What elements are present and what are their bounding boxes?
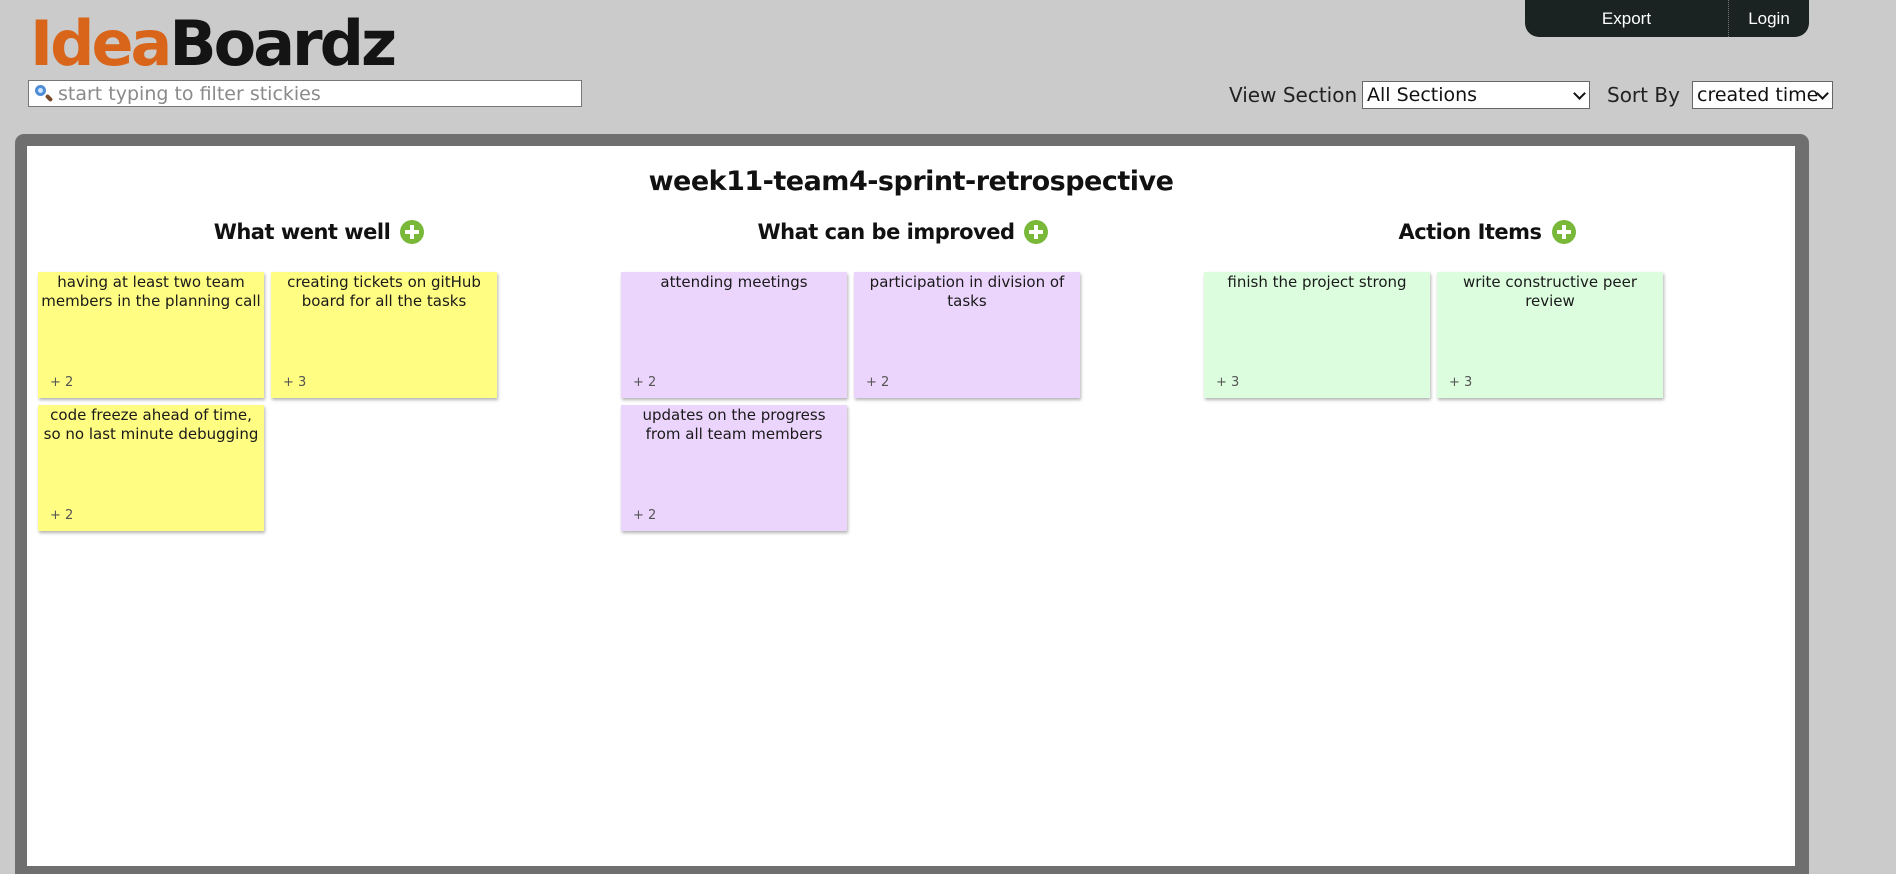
sticky-text: updates on the progress from all team me…	[642, 406, 826, 443]
logo-part-boardz: Boardz	[169, 7, 397, 80]
vote-count[interactable]: + 2	[50, 373, 73, 392]
sticky-text: having at least two team members in the …	[41, 273, 261, 310]
board: week11-team4-sprint-retrospective What w…	[27, 146, 1795, 866]
add-sticky-icon[interactable]	[1024, 220, 1049, 244]
view-section-value: All Sections	[1367, 84, 1478, 106]
section-title: Action Items	[1398, 220, 1542, 244]
vote-count[interactable]: + 2	[866, 373, 889, 392]
sticky-text: finish the project strong	[1227, 273, 1407, 291]
filter-stickies-input[interactable]	[56, 81, 581, 106]
section-header: Action Items	[1195, 220, 1779, 244]
sticky-note[interactable]: code freeze ahead of time, so no last mi…	[38, 405, 264, 531]
top-menu-bar: Export Login	[1525, 0, 1809, 37]
sticky-note[interactable]: write constructive peer review + 3	[1437, 272, 1663, 398]
vote-count[interactable]: + 2	[633, 506, 656, 525]
add-sticky-icon[interactable]	[1551, 220, 1576, 244]
sticky-note[interactable]: updates on the progress from all team me…	[621, 405, 847, 531]
section-title: What can be improved	[757, 220, 1015, 244]
section-header: What went well	[27, 220, 611, 244]
vote-count[interactable]: + 2	[633, 373, 656, 392]
sort-by-label: Sort By	[1607, 83, 1680, 107]
vote-count[interactable]: + 3	[1216, 373, 1239, 392]
sticky-text: attending meetings	[660, 273, 808, 291]
sticky-note[interactable]: creating tickets on gitHub board for all…	[271, 272, 497, 398]
filter-box	[28, 80, 582, 107]
vote-count[interactable]: + 3	[1449, 373, 1472, 392]
sort-by-value: created time	[1697, 84, 1819, 106]
chevron-down-icon	[1573, 87, 1586, 100]
sticky-text: code freeze ahead of time, so no last mi…	[43, 406, 259, 443]
sticky-note[interactable]: attending meetings + 2	[621, 272, 847, 398]
sticky-note[interactable]: having at least two team members in the …	[38, 272, 264, 398]
logo-part-idea: Idea	[30, 7, 172, 80]
sticky-text: write constructive peer review	[1462, 273, 1638, 310]
view-section-select[interactable]: All Sections	[1362, 81, 1590, 109]
sticky-text: participation in division of tasks	[869, 273, 1065, 310]
export-button[interactable]: Export	[1525, 0, 1728, 37]
search-icon	[32, 82, 56, 106]
login-button[interactable]: Login	[1729, 0, 1809, 37]
section-title: What went well	[213, 220, 391, 244]
board-title: week11-team4-sprint-retrospective	[648, 166, 1174, 197]
sort-by-select[interactable]: created time	[1692, 81, 1833, 109]
add-sticky-icon[interactable]	[400, 220, 425, 244]
ideaboardz-logo[interactable]: IdeaBoardz	[30, 12, 397, 76]
sticky-note[interactable]: finish the project strong + 3	[1204, 272, 1430, 398]
view-section-label: View Section	[1229, 83, 1358, 107]
sticky-text: creating tickets on gitHub board for all…	[287, 273, 481, 310]
sticky-note[interactable]: participation in division of tasks + 2	[854, 272, 1080, 398]
section-header: What can be improved	[611, 220, 1195, 244]
vote-count[interactable]: + 2	[50, 506, 73, 525]
vote-count[interactable]: + 3	[283, 373, 306, 392]
